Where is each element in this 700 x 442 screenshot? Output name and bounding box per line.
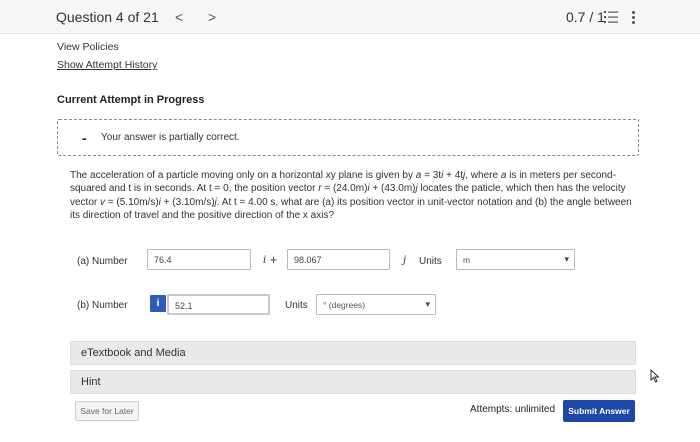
etextbook-media-panel[interactable]: eTextbook and Media [70,341,636,365]
part-b-label: (b) Number [77,300,128,311]
feedback-message: Your answer is partially correct. [101,132,240,143]
question-header: Question 4 of 21 < > 0.7 / 1 [0,0,700,34]
i-hat-label: i + [263,255,278,266]
part-a-units-select[interactable]: m ▾ [456,249,575,270]
part-a-i-input[interactable]: 76.4 [147,249,251,270]
part-a-label: (a) Number [77,256,128,267]
part-a-units-label: Units [419,256,442,267]
next-question-button[interactable]: > [208,9,216,25]
attempts-label: Attempts: unlimited [470,404,556,415]
info-icon[interactable]: i [150,295,166,312]
part-b-units-select[interactable]: ° (degrees) ▾ [316,294,436,315]
part-b-units-label: Units [285,300,308,311]
feedback-banner: - Your answer is partially correct. [57,119,639,156]
chevron-down-icon: ▾ [425,299,430,309]
previous-question-button[interactable]: < [175,9,183,25]
show-attempt-history-link[interactable]: Show Attempt History [57,59,157,71]
question-list-icon[interactable] [604,10,618,24]
j-hat-label: j [403,255,407,266]
hint-panel[interactable]: Hint [70,370,636,394]
submit-answer-button[interactable]: Submit Answer [563,400,635,422]
question-counter: Question 4 of 21 [56,9,159,25]
save-for-later-button[interactable]: Save for Later [75,401,139,421]
etextbook-label: eTextbook and Media [81,347,186,359]
more-options-icon[interactable] [632,11,636,25]
chevron-down-icon: ▾ [564,254,569,264]
question-text: The acceleration of a particle moving on… [70,170,632,222]
view-policies-link[interactable]: View Policies [57,41,119,53]
hint-label: Hint [81,376,101,388]
attempt-heading: Current Attempt in Progress [57,94,205,106]
question-score: 0.7 / 1 [566,9,605,25]
part-b-input[interactable]: 52.1 [167,294,270,315]
partial-correct-icon: - [82,130,87,146]
part-a-j-input[interactable]: 98.067 [287,249,390,270]
mouse-cursor-icon [650,369,660,383]
